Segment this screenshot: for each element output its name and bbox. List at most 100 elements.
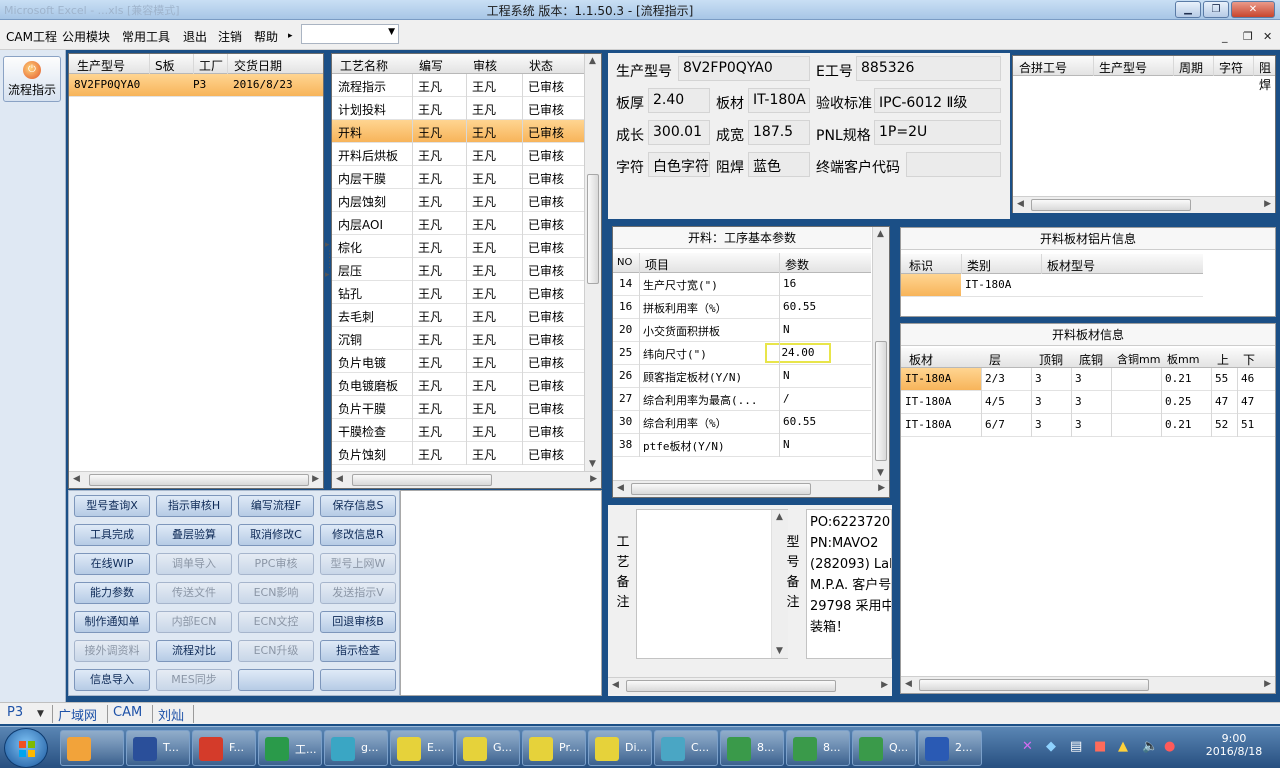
table-row[interactable]: 流程指示 王凡 王凡 已审核 — [332, 74, 584, 97]
standard-field[interactable]: IPC-6012 Ⅱ级 — [874, 88, 1001, 113]
table-row[interactable]: 内层蚀刻 王凡 王凡 已审核 — [332, 189, 584, 212]
volume-icon[interactable]: 🔈 — [1142, 739, 1158, 754]
action-button-6-1[interactable]: MES同步 — [156, 669, 232, 691]
col-reviewer[interactable]: 审核 — [473, 57, 497, 74]
process-grid-vscroll[interactable]: ▲ ▼ — [584, 54, 601, 471]
taskbar-item-6[interactable]: G... — [456, 730, 520, 766]
action-button-0-2[interactable]: 编写流程F — [238, 495, 314, 517]
menu-exit[interactable]: 退出 — [183, 28, 207, 45]
table-row[interactable]: IT-180A 4/5 3 3 0.25 47 47 — [901, 391, 1275, 414]
table-row[interactable]: 开料 王凡 王凡 已审核 — [332, 120, 584, 143]
col-delivery-date[interactable]: 交货日期 — [234, 57, 282, 74]
menu-cam[interactable]: CAM工程 — [6, 28, 57, 45]
table-row[interactable]: 25 纬向尺寸(") 24.00 — [613, 342, 871, 365]
customer-code-field[interactable] — [906, 152, 1001, 177]
mask-field[interactable]: 蓝色 — [748, 152, 810, 177]
pnl-field[interactable]: 1P=2U — [874, 120, 1001, 145]
table-row[interactable]: 沉铜 王凡 王凡 已审核 — [332, 327, 584, 350]
taskbar-item-13[interactable]: 2... — [918, 730, 982, 766]
start-button[interactable] — [4, 728, 48, 768]
taskbar-item-1[interactable]: T... — [126, 730, 190, 766]
action-button-0-3[interactable]: 保存信息S — [320, 495, 396, 517]
table-row[interactable]: 计划投料 王凡 王凡 已审核 — [332, 97, 584, 120]
tray-network-icon[interactable]: ▤ — [1070, 739, 1082, 754]
col-status[interactable]: 状态 — [529, 57, 553, 74]
table-row[interactable]: IT-180A — [901, 274, 1203, 297]
length-field[interactable]: 300.01 — [648, 120, 710, 145]
taskbar-item-0[interactable] — [60, 730, 124, 766]
col-author[interactable]: 编写 — [419, 57, 443, 74]
col-factory[interactable]: 工厂 — [199, 57, 223, 74]
taskbar-item-7[interactable]: Pr... — [522, 730, 586, 766]
maximize-button[interactable]: ❐ — [1203, 1, 1229, 18]
action-button-3-3[interactable]: 发送指示V — [320, 582, 396, 604]
status-factory[interactable]: P3 — [7, 705, 23, 720]
action-button-6-2[interactable] — [238, 669, 314, 691]
table-row[interactable]: IT-180A 6/7 3 3 0.21 52 51 — [901, 414, 1275, 437]
action-button-1-3[interactable]: 修改信息R — [320, 524, 396, 546]
table-row[interactable]: 内层干膜 王凡 王凡 已审核 — [332, 166, 584, 189]
table-row[interactable]: 去毛刺 王凡 王凡 已审核 — [332, 304, 584, 327]
action-button-2-3[interactable]: 型号上网W — [320, 553, 396, 575]
taskbar-item-3[interactable]: 工... — [258, 730, 322, 766]
table-row[interactable]: 负电镀磨板 王凡 王凡 已审核 — [332, 373, 584, 396]
close-button[interactable]: ✕ — [1231, 1, 1275, 18]
table-row[interactable]: 钻孔 王凡 王凡 已审核 — [332, 281, 584, 304]
table-row[interactable]: 负片蚀刻 王凡 王凡 已审核 — [332, 442, 584, 465]
menu-logout[interactable]: 注销 — [218, 28, 242, 45]
action-button-1-1[interactable]: 叠层验算 — [156, 524, 232, 546]
action-button-6-0[interactable]: 信息导入 — [74, 669, 150, 691]
table-row[interactable]: 38 ptfe板材(Y/N) N — [613, 434, 871, 457]
process-indication-button[interactable]: ⏻ 流程指示 — [3, 56, 61, 102]
order-grid-hscroll[interactable]: ◀ ▶ — [69, 471, 323, 488]
col-process-name[interactable]: 工艺名称 — [340, 57, 388, 74]
table-row[interactable]: IT-180A 2/3 3 3 0.21 55 46 — [901, 368, 1275, 391]
table-row[interactable]: 30 综合利用率（%） 60.55 — [613, 411, 871, 434]
action-button-6-3[interactable] — [320, 669, 396, 691]
tray-x-icon[interactable]: ✕ — [1022, 739, 1033, 754]
factory-dropdown-icon[interactable]: ▼ — [37, 709, 44, 719]
table-row[interactable]: 8V2FP0QYA0 P3 2016/8/23 — [69, 74, 323, 97]
action-button-4-0[interactable]: 制作通知单 — [74, 611, 150, 633]
process-memo-text[interactable]: ▲ ▼ — [636, 509, 788, 659]
action-button-2-0[interactable]: 在线WIP — [74, 553, 150, 575]
taskbar-item-8[interactable]: Di... — [588, 730, 652, 766]
tray-alert-icon[interactable]: ● — [1164, 739, 1175, 754]
tray-app-icon[interactable]: ◆ — [1046, 739, 1056, 754]
taskbar-item-2[interactable]: F... — [192, 730, 256, 766]
taskbar-item-12[interactable]: Q... — [852, 730, 916, 766]
table-row[interactable]: 20 小交货面积拼板 N — [613, 319, 871, 342]
table-row[interactable]: 负片干膜 王凡 王凡 已审核 — [332, 396, 584, 419]
action-button-2-2[interactable]: PPC审核 — [238, 553, 314, 575]
col-model[interactable]: 生产型号 — [77, 57, 125, 74]
params-hscroll[interactable]: ◀ ▶ — [613, 480, 889, 497]
taskbar-item-4[interactable]: g... — [324, 730, 388, 766]
table-row[interactable]: 开料后烘板 王凡 王凡 已审核 — [332, 143, 584, 166]
menu-help[interactable]: 帮助 — [254, 28, 278, 45]
table-row[interactable]: 26 顾客指定板材(Y/N) N — [613, 365, 871, 388]
action-button-4-2[interactable]: ECN文控 — [238, 611, 314, 633]
action-button-3-1[interactable]: 传送文件 — [156, 582, 232, 604]
taskbar-item-5[interactable]: E... — [390, 730, 454, 766]
action-button-4-1[interactable]: 内部ECN — [156, 611, 232, 633]
model-field[interactable]: 8V2FP0QYA0 — [678, 56, 810, 81]
table-row[interactable]: 内层AOI 王凡 王凡 已审核 — [332, 212, 584, 235]
clock[interactable]: 9:00 2016/8/18 — [1194, 732, 1274, 758]
action-button-0-1[interactable]: 指示审核H — [156, 495, 232, 517]
menu-common-module[interactable]: 公用模块 — [62, 28, 110, 45]
sheet-material-hscroll[interactable]: ◀ ▶ — [901, 676, 1275, 693]
memo-hscroll[interactable]: ◀ ▶ — [608, 677, 892, 694]
process-grid-hscroll[interactable]: ◀ ▶ — [332, 471, 601, 488]
char-field[interactable]: 白色字符 — [648, 152, 710, 177]
col-s-board[interactable]: S板 — [155, 57, 175, 74]
minimize-button[interactable]: ▁ — [1175, 1, 1201, 18]
params-vscroll[interactable]: ▲ ▼ — [872, 227, 889, 480]
table-row[interactable]: 14 生产尺寸宽(") 16 — [613, 273, 871, 296]
mdi-restore-icon[interactable]: ❐ — [1243, 30, 1253, 43]
mdi-minimize-icon[interactable]: _ — [1222, 30, 1228, 43]
table-row[interactable]: 干膜检查 王凡 王凡 已审核 — [332, 419, 584, 442]
action-button-4-3[interactable]: 回退审核B — [320, 611, 396, 633]
table-row[interactable]: 27 综合利用率为最高(... / — [613, 388, 871, 411]
thickness-field[interactable]: 2.40 — [648, 88, 710, 113]
table-row[interactable]: 层压 王凡 王凡 已审核 — [332, 258, 584, 281]
